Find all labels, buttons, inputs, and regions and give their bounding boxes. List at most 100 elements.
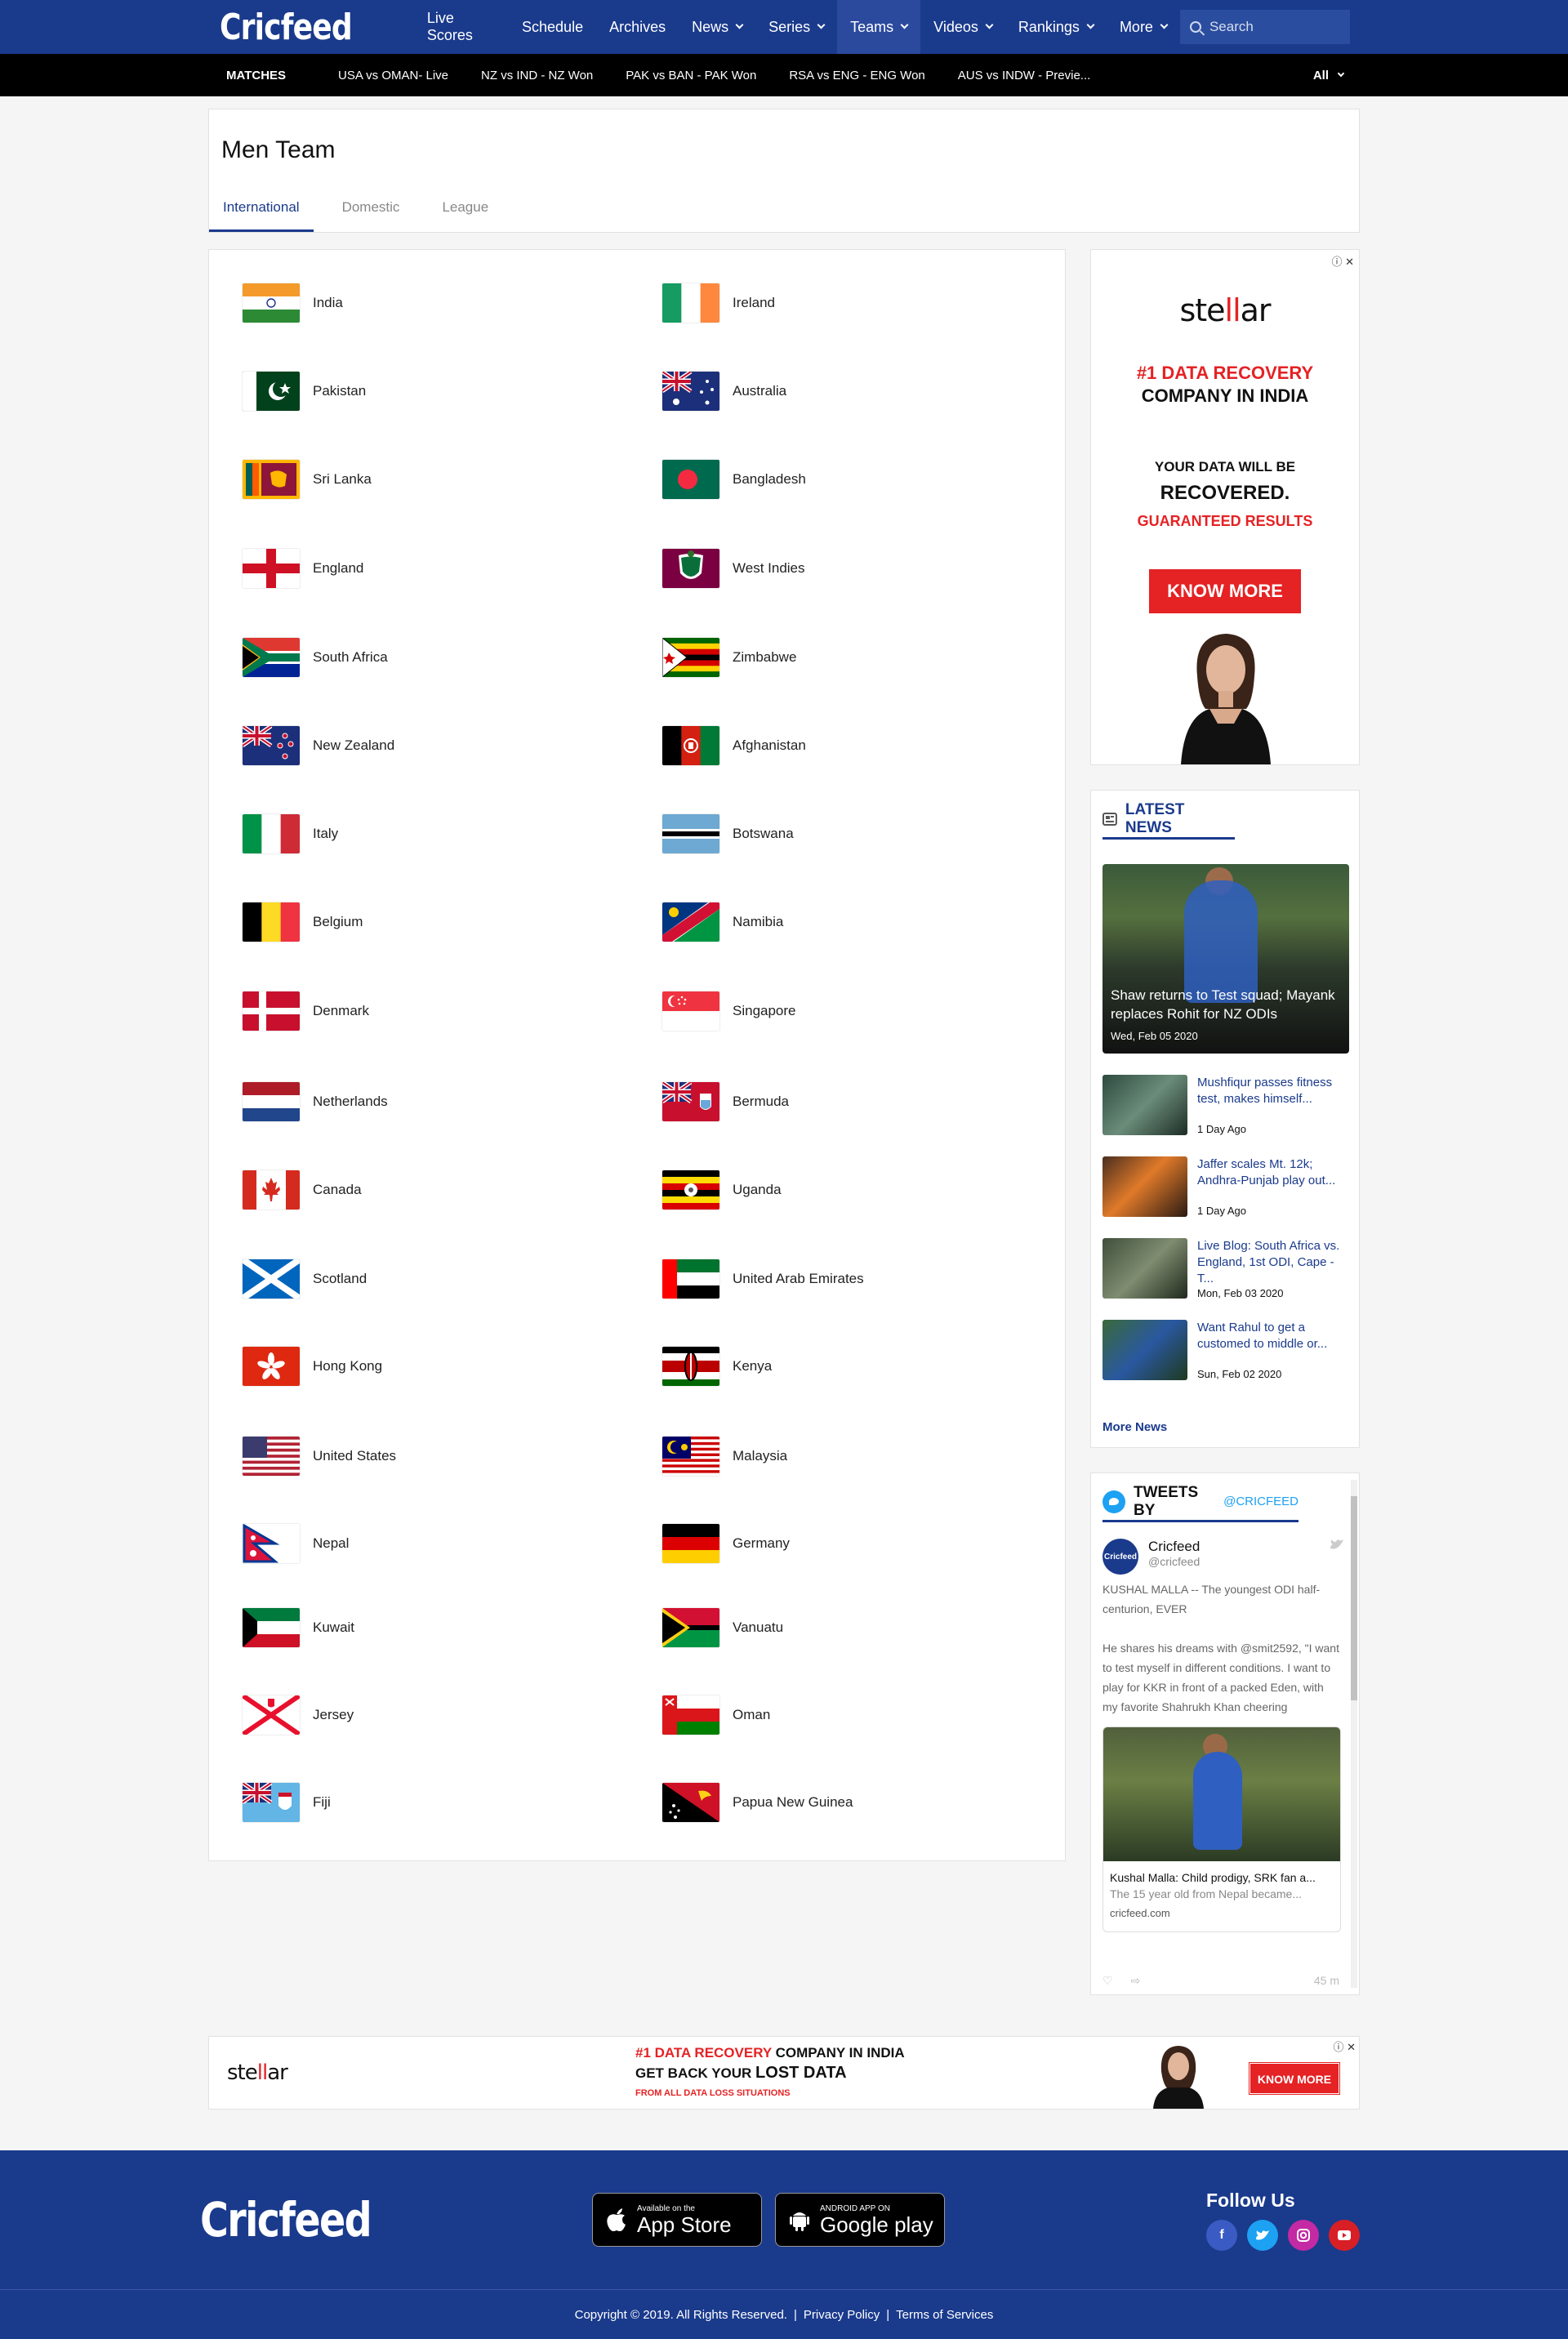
- heart-icon[interactable]: ♡: [1102, 1974, 1113, 1988]
- follow-heading: Follow Us: [1206, 2189, 1295, 2211]
- team-kenya[interactable]: Kenya: [662, 1347, 772, 1386]
- botswana-flag-icon: [662, 814, 719, 853]
- youtube-icon[interactable]: [1329, 2219, 1360, 2251]
- instagram-icon[interactable]: [1288, 2219, 1319, 2251]
- news-list: Mushfiqur passes fitness test, makes him…: [1102, 1075, 1348, 1380]
- play-label: Google play: [820, 2212, 933, 2237]
- team-italy[interactable]: Italy: [243, 814, 338, 853]
- match-item[interactable]: PAK vs BAN - PAK Won: [626, 69, 756, 82]
- main-nav: Live Scores Schedule Archives News Series Tea…: [414, 0, 1180, 54]
- team-nepal[interactable]: Nepal: [243, 1524, 349, 1563]
- matches-filter-dropdown[interactable]: All: [1313, 69, 1360, 82]
- team-papua-new-guinea[interactable]: Papua New Guinea: [662, 1783, 853, 1822]
- search-box[interactable]: [1179, 10, 1350, 44]
- match-item[interactable]: AUS vs INDW - Previe...: [958, 69, 1091, 82]
- nav-news[interactable]: News: [679, 0, 755, 54]
- news-thumbnail: [1102, 1075, 1187, 1135]
- team-name: England: [313, 560, 364, 576]
- team-australia[interactable]: Australia: [662, 372, 786, 411]
- team-canada[interactable]: Canada: [243, 1170, 362, 1210]
- nav-rankings[interactable]: Rankings: [1005, 0, 1107, 54]
- team-jersey[interactable]: Jersey: [243, 1695, 354, 1735]
- team-bangladesh[interactable]: Bangladesh: [662, 460, 806, 499]
- team-vanuatu[interactable]: Vanuatu: [662, 1608, 783, 1647]
- tweets-scrollbar[interactable]: [1351, 1480, 1357, 1988]
- team-afghanistan[interactable]: Afghanistan: [662, 726, 806, 765]
- team-germany[interactable]: Germany: [662, 1524, 790, 1563]
- team-sri-lanka[interactable]: Sri Lanka: [243, 460, 372, 499]
- team-singapore[interactable]: Singapore: [662, 991, 796, 1031]
- team-name: Jersey: [313, 1707, 354, 1722]
- tweet-link-card[interactable]: Kushal Malla: Child prodigy, SRK fan a..…: [1102, 1726, 1341, 1932]
- team-scotland[interactable]: Scotland: [243, 1259, 367, 1299]
- team-netherlands[interactable]: Netherlands: [243, 1082, 388, 1121]
- team-hong-kong[interactable]: Hong Kong: [243, 1347, 382, 1386]
- team-botswana[interactable]: Botswana: [662, 814, 794, 853]
- search-input[interactable]: [1209, 19, 1332, 35]
- site-logo[interactable]: Cricfeed: [220, 7, 353, 48]
- nav-archives[interactable]: Archives: [596, 0, 679, 54]
- match-item[interactable]: NZ vs IND - NZ Won: [481, 69, 593, 82]
- nav-more[interactable]: More: [1107, 0, 1180, 54]
- team-fiji[interactable]: Fiji: [243, 1783, 331, 1822]
- team-kuwait[interactable]: Kuwait: [243, 1608, 354, 1647]
- news-item[interactable]: Mushfiqur passes fitness test, makes him…: [1102, 1075, 1348, 1135]
- bermuda-flag-icon: [662, 1082, 719, 1121]
- team-oman[interactable]: Oman: [662, 1695, 770, 1735]
- team-england[interactable]: England: [243, 549, 363, 588]
- news-item[interactable]: Want Rahul to get a customed to middle o…: [1102, 1320, 1348, 1380]
- team-west-indies[interactable]: West Indies: [662, 549, 805, 588]
- team-uganda[interactable]: Uganda: [662, 1170, 782, 1210]
- tab-league[interactable]: League: [428, 199, 502, 232]
- ad-text: YOUR DATA WILL BE: [1154, 459, 1296, 474]
- news-item[interactable]: Jaffer scales Mt. 12k; Andhra-Punjab pla…: [1102, 1156, 1348, 1217]
- team-zimbabwe[interactable]: Zimbabwe: [662, 638, 796, 677]
- team-malaysia[interactable]: Malaysia: [662, 1437, 787, 1476]
- nav-series[interactable]: Series: [755, 0, 837, 54]
- team-united-arab-emirates[interactable]: United Arab Emirates: [662, 1259, 864, 1299]
- ad-know-more-button[interactable]: KNOW MORE: [1149, 569, 1301, 613]
- team-belgium[interactable]: Belgium: [243, 902, 363, 942]
- facebook-icon[interactable]: f: [1206, 2219, 1237, 2251]
- ad-know-more-button[interactable]: KNOW MORE: [1250, 2063, 1339, 2094]
- nav-teams[interactable]: Teams: [837, 0, 921, 54]
- chevron-down-icon: [985, 20, 994, 29]
- team-pakistan[interactable]: Pakistan: [243, 372, 366, 411]
- ad-text-big: RECOVERED.: [1160, 482, 1290, 504]
- match-item[interactable]: USA vs OMAN- Live: [338, 69, 448, 82]
- featured-news[interactable]: Shaw returns to Test squad; Mayank repla…: [1102, 864, 1349, 1054]
- tab-domestic[interactable]: Domestic: [328, 199, 414, 232]
- stellar-ad[interactable]: ⓘ ✕ stellar #1 DATA RECOVERY COMPANY IN …: [1090, 249, 1360, 765]
- share-icon[interactable]: ⇨: [1131, 1974, 1141, 1988]
- south-africa-flag-icon: [243, 638, 300, 677]
- bottom-banner-ad[interactable]: ⓘ ✕ stellar #1 DATA RECOVERY COMPANY IN …: [208, 2036, 1360, 2110]
- news-date: Mon, Feb 03 2020: [1197, 1287, 1284, 1299]
- privacy-policy-link[interactable]: Privacy Policy: [804, 2308, 880, 2322]
- nav-live-scores[interactable]: Live Scores: [414, 0, 509, 54]
- tweet-author[interactable]: Cricfeed Cricfeed @cricfeed: [1102, 1539, 1348, 1575]
- team-united-states[interactable]: United States: [243, 1437, 396, 1476]
- team-new-zealand[interactable]: New Zealand: [243, 726, 394, 765]
- news-item[interactable]: Live Blog: South Africa vs. England, 1st…: [1102, 1238, 1348, 1299]
- team-namibia[interactable]: Namibia: [662, 902, 783, 942]
- tweets-handle-link[interactable]: @CRICFEED: [1223, 1495, 1298, 1508]
- nav-schedule[interactable]: Schedule: [509, 0, 596, 54]
- footer-logo[interactable]: Cricfeed: [200, 2192, 441, 2248]
- team-ireland[interactable]: Ireland: [662, 283, 775, 323]
- tab-international[interactable]: International: [209, 199, 314, 232]
- terms-link[interactable]: Terms of Services: [896, 2308, 993, 2322]
- google-play-button[interactable]: ANDROID APP ON Google play: [775, 2193, 945, 2247]
- tweet-actions: ♡ ⇨ 45 m: [1102, 1974, 1339, 1988]
- team-bermuda[interactable]: Bermuda: [662, 1082, 789, 1121]
- team-denmark[interactable]: Denmark: [243, 991, 369, 1031]
- more-news-link[interactable]: More News: [1102, 1420, 1167, 1434]
- match-item[interactable]: RSA vs ENG - ENG Won: [789, 69, 924, 82]
- team-south-africa[interactable]: South Africa: [243, 638, 388, 677]
- twitter-icon[interactable]: [1247, 2219, 1278, 2251]
- nav-videos[interactable]: Videos: [920, 0, 1005, 54]
- nav-label: News: [692, 18, 729, 35]
- ad-close-icon[interactable]: ⓘ ✕: [1331, 253, 1354, 269]
- app-store-button[interactable]: Available on the App Store: [592, 2193, 762, 2247]
- team-india[interactable]: India: [243, 283, 343, 323]
- ad-close-icon[interactable]: ⓘ ✕: [1333, 2038, 1356, 2054]
